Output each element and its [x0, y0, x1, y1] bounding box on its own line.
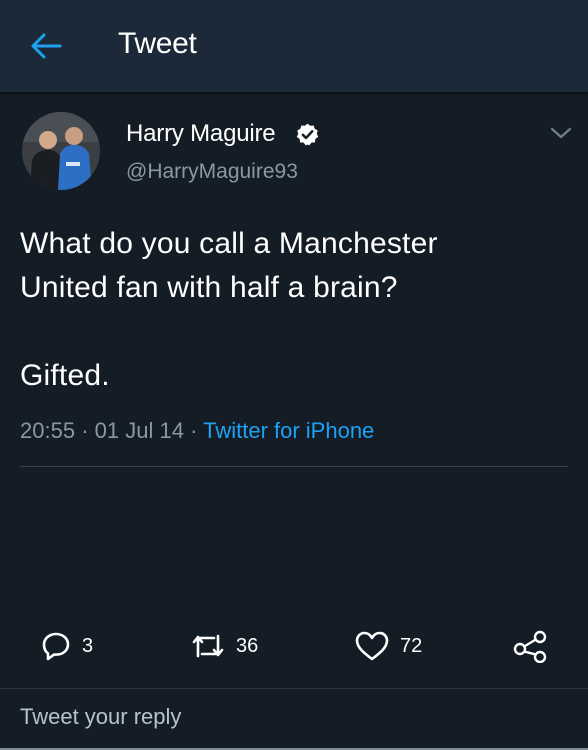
share-button[interactable]: [512, 624, 548, 668]
top-app-bar: Tweet: [0, 0, 588, 92]
author-name[interactable]: Harry Maguire: [126, 120, 276, 148]
like-button[interactable]: 72: [354, 624, 422, 668]
divider: [20, 466, 568, 467]
retweet-count: 36: [236, 634, 259, 657]
tweet-metadata: 20:55 · 01 Jul 14 · Twitter for iPhone: [20, 418, 374, 444]
back-button[interactable]: [26, 28, 66, 64]
tweet-source-link[interactable]: Twitter for iPhone: [203, 418, 374, 443]
reply-icon: [42, 632, 70, 661]
verified-badge-icon: [296, 123, 319, 146]
meta-separator: ·: [81, 418, 89, 443]
tweet-actions: 3 36 72: [0, 624, 588, 668]
avatar[interactable]: [22, 112, 100, 190]
reply-button[interactable]: 3: [40, 624, 93, 668]
tweet-text-line: Gifted.: [20, 359, 110, 392]
chevron-down-icon[interactable]: [548, 122, 574, 144]
divider: [0, 688, 588, 689]
tweet-text-line: United fan with half a brain?: [20, 271, 398, 304]
like-count: 72: [400, 634, 423, 657]
retweet-icon: [192, 634, 224, 658]
tweet-time: 20:55: [20, 418, 76, 443]
author-handle[interactable]: @HarryMaguire93: [126, 160, 298, 184]
profile-photo: [22, 112, 100, 190]
retweet-button[interactable]: 36: [190, 624, 258, 668]
back-arrow-icon: [31, 33, 62, 59]
share-icon: [513, 630, 547, 663]
reply-input[interactable]: Tweet your reply: [20, 704, 181, 730]
heart-icon: [355, 631, 389, 661]
tweet-text: What do you call a Manchester United fan…: [20, 222, 568, 398]
page-title: Tweet: [118, 27, 197, 60]
tweet-date: 01 Jul 14: [94, 418, 184, 443]
tweet-text-line: What do you call a Manchester: [20, 227, 438, 260]
meta-separator: ·: [190, 418, 198, 443]
reply-count: 3: [82, 634, 94, 657]
